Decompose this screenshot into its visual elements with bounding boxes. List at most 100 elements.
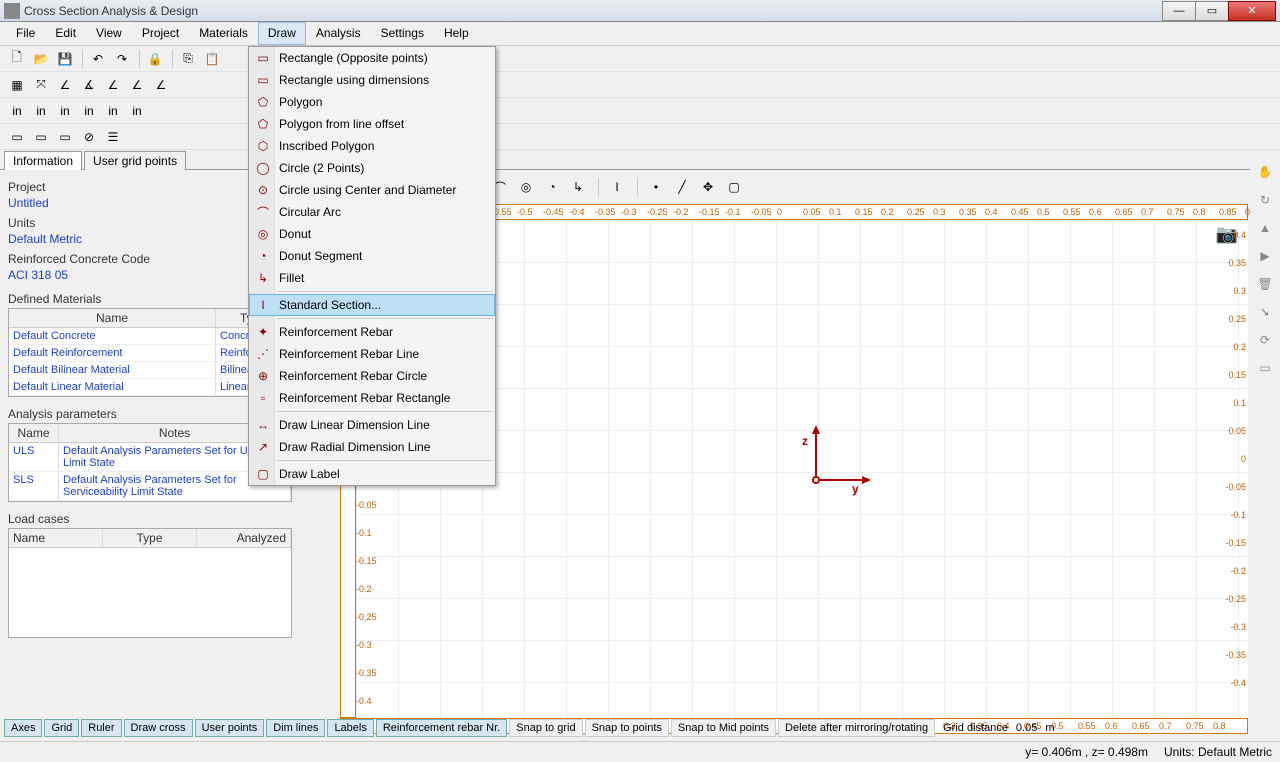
open-icon[interactable]: 📂: [30, 48, 52, 70]
snap-grid-icon[interactable]: ▦: [6, 74, 28, 96]
draw-menu-item[interactable]: ⬡Inscribed Polygon: [249, 135, 495, 157]
move-icon[interactable]: ✥: [698, 177, 718, 197]
draw-menu-item[interactable]: ↗Draw Radial Dimension Line: [249, 436, 495, 458]
draw-menu-item[interactable]: ▢Draw Label: [249, 463, 495, 485]
ruler-tick: 0.8: [1213, 721, 1226, 731]
toggle-grid[interactable]: Grid: [44, 719, 79, 737]
close-button[interactable]: ✕: [1228, 1, 1276, 21]
rotate-icon[interactable]: ⟳: [1255, 330, 1275, 350]
edge-icon[interactable]: ➘: [1255, 302, 1275, 322]
ruler-tick: 0.75: [1186, 721, 1204, 731]
toggle-snap-grid[interactable]: Snap to grid: [509, 719, 582, 737]
menu-help[interactable]: Help: [434, 22, 479, 45]
axes1-icon[interactable]: ∠: [54, 74, 76, 96]
in5-icon[interactable]: in: [102, 100, 124, 122]
point-icon[interactable]: •: [646, 177, 666, 197]
curve-icon[interactable]: ↳: [568, 177, 588, 197]
axes4-icon[interactable]: ∠: [126, 74, 148, 96]
r3-icon[interactable]: ▭: [54, 126, 76, 148]
draw-menu-item[interactable]: ✦Reinforcement Rebar: [249, 321, 495, 343]
draw-menu-item[interactable]: ⬠Polygon from line offset: [249, 113, 495, 135]
draw-menu-item[interactable]: ▭Rectangle (Opposite points): [249, 47, 495, 69]
draw-menu-item[interactable]: IStandard Section...: [249, 294, 495, 316]
new-icon[interactable]: 🗋: [6, 48, 28, 70]
refresh-icon[interactable]: ↻: [1255, 190, 1275, 210]
load-cases-label: Load cases: [8, 512, 292, 526]
mirror-h-icon[interactable]: ▶: [1255, 246, 1275, 266]
draw-menu-item[interactable]: ⊕Reinforcement Rebar Circle: [249, 365, 495, 387]
undo-icon[interactable]: ↶: [87, 48, 109, 70]
trash-icon[interactable]: 🗑: [1255, 274, 1275, 294]
draw-menu-item[interactable]: ⋰Reinforcement Rebar Line: [249, 343, 495, 365]
menu-project[interactable]: Project: [132, 22, 189, 45]
toggle-snap-mid[interactable]: Snap to Mid points: [671, 719, 776, 737]
r1-icon[interactable]: ▭: [6, 126, 28, 148]
minimize-button[interactable]: —: [1162, 1, 1196, 21]
toggle-draw-cross[interactable]: Draw cross: [124, 719, 193, 737]
paste-icon[interactable]: 📋: [201, 48, 223, 70]
copy-icon[interactable]: ⎘: [177, 48, 199, 70]
r2-icon[interactable]: ▭: [30, 126, 52, 148]
menu-file[interactable]: File: [6, 22, 45, 45]
draw-menu-item[interactable]: ◯Circle (2 Points): [249, 157, 495, 179]
toggle-ruler[interactable]: Ruler: [81, 719, 121, 737]
beam-icon[interactable]: I: [607, 177, 627, 197]
menu-item-label: Reinforcement Rebar: [275, 325, 489, 339]
draw-menu-item[interactable]: ◎Donut: [249, 223, 495, 245]
toggle-labels[interactable]: Labels: [327, 719, 373, 737]
menu-materials[interactable]: Materials: [189, 22, 258, 45]
extents-icon[interactable]: ⤧: [30, 74, 52, 96]
draw-menu-item[interactable]: ↳Fillet: [249, 267, 495, 289]
draw-menu-item[interactable]: ⌒Circular Arc: [249, 201, 495, 223]
toggle-axes[interactable]: Axes: [4, 719, 42, 737]
menu-item-label: Draw Label: [275, 467, 489, 481]
in3-icon[interactable]: in: [54, 100, 76, 122]
lock-icon[interactable]: 🔒: [144, 48, 166, 70]
toggle-delete-after[interactable]: Delete after mirroring/rotating: [778, 719, 935, 737]
mirror-v-icon[interactable]: ▲: [1255, 218, 1275, 238]
materials-th-name: Name: [9, 309, 216, 327]
in4-icon[interactable]: in: [78, 100, 100, 122]
hand-icon[interactable]: ✋: [1255, 162, 1275, 182]
draw-menu-item[interactable]: ⊙Circle using Center and Diameter: [249, 179, 495, 201]
menu-item-icon: ⬠: [251, 91, 275, 113]
axes5-icon[interactable]: ∠: [150, 74, 172, 96]
draw-menu-item[interactable]: ⬠Polygon: [249, 91, 495, 113]
axes3-icon[interactable]: ∠: [102, 74, 124, 96]
redo-icon[interactable]: ↷: [111, 48, 133, 70]
ruler-tick: 0.1: [829, 207, 842, 217]
toggle-dim-lines[interactable]: Dim lines: [266, 719, 325, 737]
toggle-user-points[interactable]: User points: [195, 719, 265, 737]
circle-props-icon[interactable]: ⊘: [78, 126, 100, 148]
draw-menu-item[interactable]: ↔Draw Linear Dimension Line: [249, 414, 495, 436]
menu-view[interactable]: View: [86, 22, 132, 45]
line-icon[interactable]: ╱: [672, 177, 692, 197]
toggle-rebar-nr[interactable]: Reinforcement rebar Nr.: [376, 719, 507, 737]
maximize-button[interactable]: ▭: [1195, 1, 1229, 21]
axes2-icon[interactable]: ∡: [78, 74, 100, 96]
draw-menu-item[interactable]: ▭Rectangle using dimensions: [249, 69, 495, 91]
toggle-snap-points[interactable]: Snap to points: [585, 719, 669, 737]
rect-snap-icon[interactable]: ▢: [724, 177, 744, 197]
draw-menu-item[interactable]: ◔Donut Segment: [249, 245, 495, 267]
ruler-tick: 0.8: [1193, 207, 1206, 217]
menu-analysis[interactable]: Analysis: [306, 22, 371, 45]
list-icon[interactable]: ☰: [102, 126, 124, 148]
menu-draw[interactable]: Draw: [258, 22, 306, 45]
in2-icon[interactable]: in: [30, 100, 52, 122]
menu-settings[interactable]: Settings: [371, 22, 434, 45]
save-icon[interactable]: 💾: [54, 48, 76, 70]
menu-item-icon: I: [251, 294, 275, 316]
tab-information[interactable]: Information: [4, 151, 82, 170]
menu-edit[interactable]: Edit: [45, 22, 86, 45]
ruler-tick: 0.55: [1063, 207, 1081, 217]
note-icon[interactable]: ▭: [1255, 358, 1275, 378]
tab-user-grid-points[interactable]: User grid points: [84, 151, 186, 170]
draw-menu-item[interactable]: ▫Reinforcement Rebar Rectangle: [249, 387, 495, 409]
menu-item-label: Fillet: [275, 271, 489, 285]
target-icon[interactable]: ◎: [516, 177, 536, 197]
ruler-tick: 0.7: [1159, 721, 1172, 731]
in6-icon[interactable]: in: [126, 100, 148, 122]
pie-icon[interactable]: ◔: [542, 177, 562, 197]
in1-icon[interactable]: in: [6, 100, 28, 122]
